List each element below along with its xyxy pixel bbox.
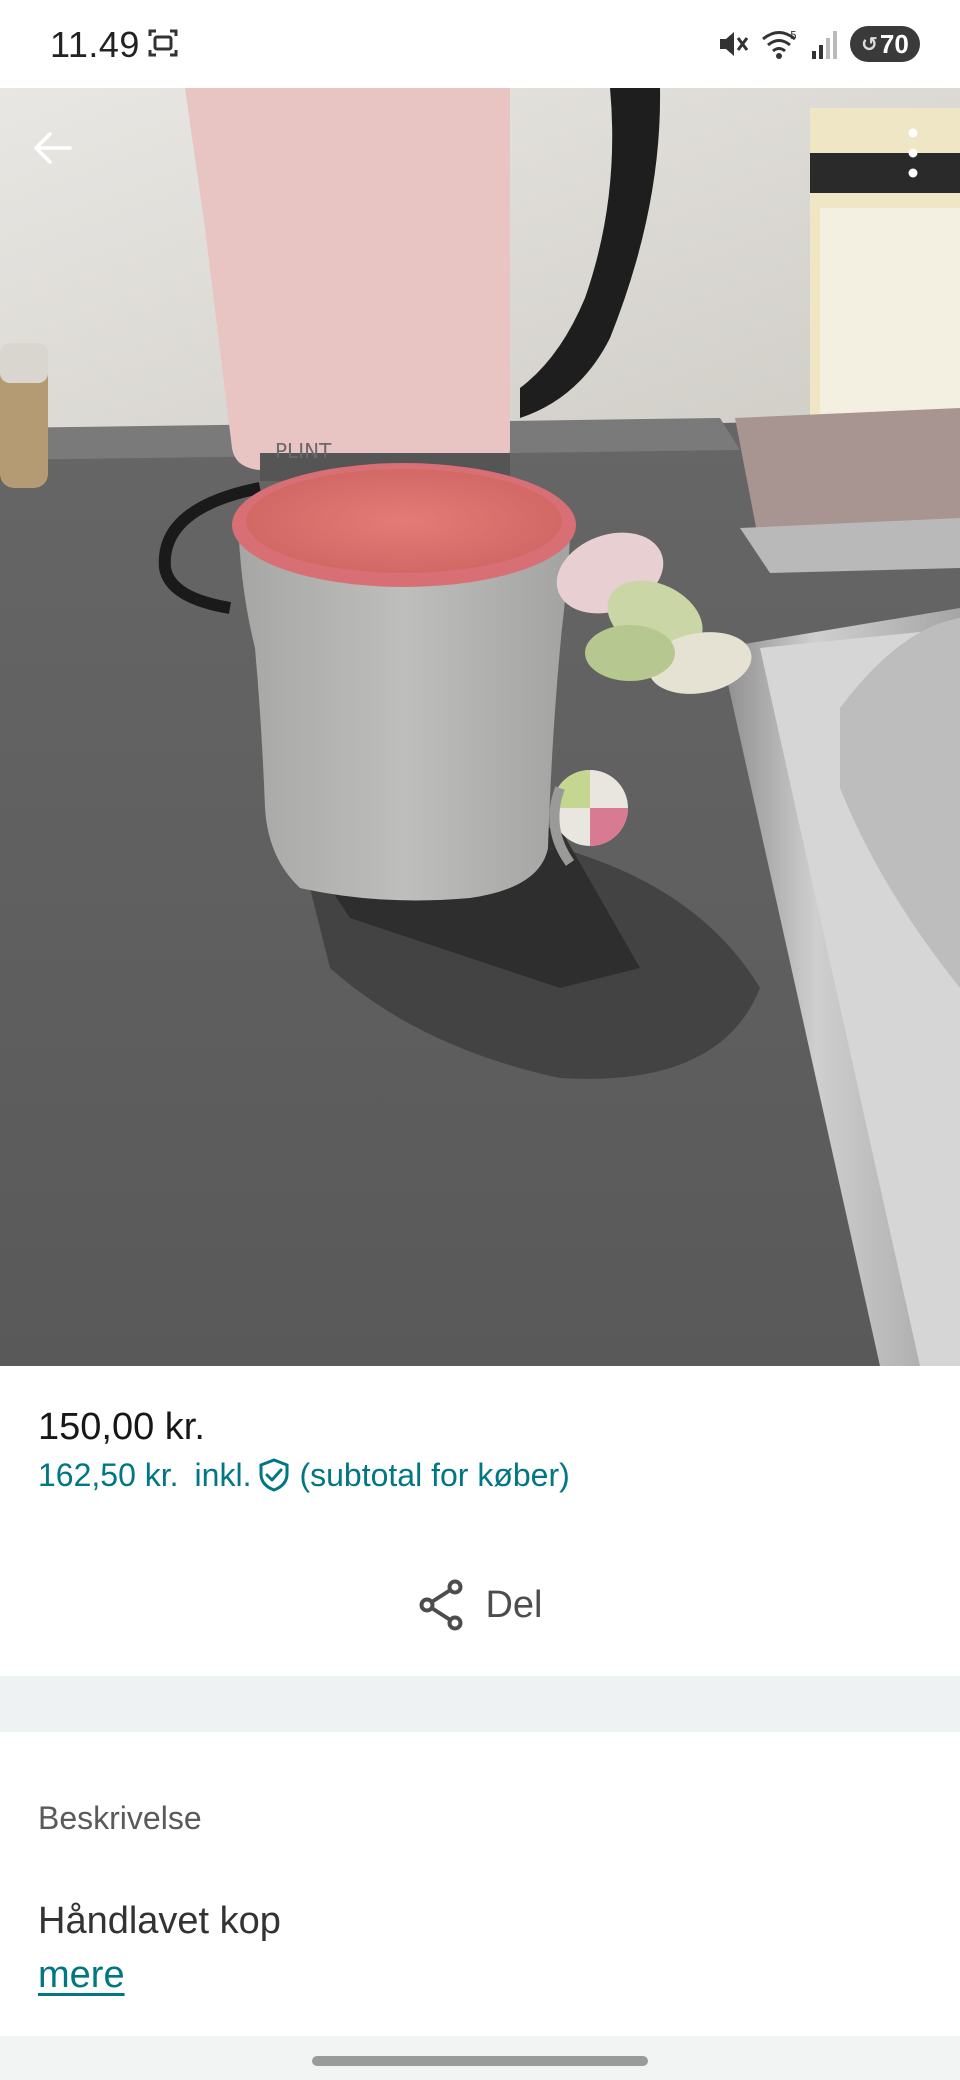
description-more-link[interactable]: mere xyxy=(38,1954,125,1997)
description-heading: Beskrivelse xyxy=(38,1800,202,1836)
home-indicator[interactable] xyxy=(312,2056,648,2066)
svg-text:5: 5 xyxy=(790,29,797,42)
signal-icon xyxy=(812,31,837,59)
status-icons: 5 ↺ 70 xyxy=(716,24,920,64)
charging-icon: ↺ xyxy=(861,33,878,56)
share-label: Del xyxy=(485,1583,543,1626)
back-button[interactable] xyxy=(22,118,82,178)
shield-check-icon xyxy=(259,1458,289,1492)
share-button[interactable]: Del xyxy=(0,1570,960,1640)
buyer-total: 162,50 kr. xyxy=(38,1456,179,1493)
arrow-left-icon xyxy=(34,132,72,164)
item-price: 150,00 kr. xyxy=(38,1406,205,1448)
battery-level: 70 xyxy=(879,28,909,59)
mug-photo-image: PLINT xyxy=(0,88,960,1366)
status-time: 11.49 xyxy=(50,24,140,65)
share-icon xyxy=(419,1579,463,1631)
more-options-button[interactable] xyxy=(888,118,938,188)
screenshot-icon xyxy=(148,29,178,57)
kettle-brand-text: PLINT xyxy=(275,439,332,463)
buyer-note: (subtotal for køber) xyxy=(299,1456,570,1493)
status-bar: 11.49 5 ↺ 70 xyxy=(0,0,960,88)
mute-icon xyxy=(720,32,749,56)
buyer-protection-price[interactable]: 162,50 kr. inkl. (subtotal for køber) xyxy=(38,1456,570,1494)
battery-indicator: ↺ 70 xyxy=(850,26,920,62)
listing-photo[interactable]: PLINT xyxy=(0,88,960,1366)
section-divider xyxy=(0,1676,960,1732)
wifi-icon: 5 xyxy=(762,29,797,59)
description-text: Håndlavet kop xyxy=(38,1900,281,1942)
buyer-incl: inkl. xyxy=(194,1456,252,1493)
more-vertical-icon xyxy=(908,128,918,178)
